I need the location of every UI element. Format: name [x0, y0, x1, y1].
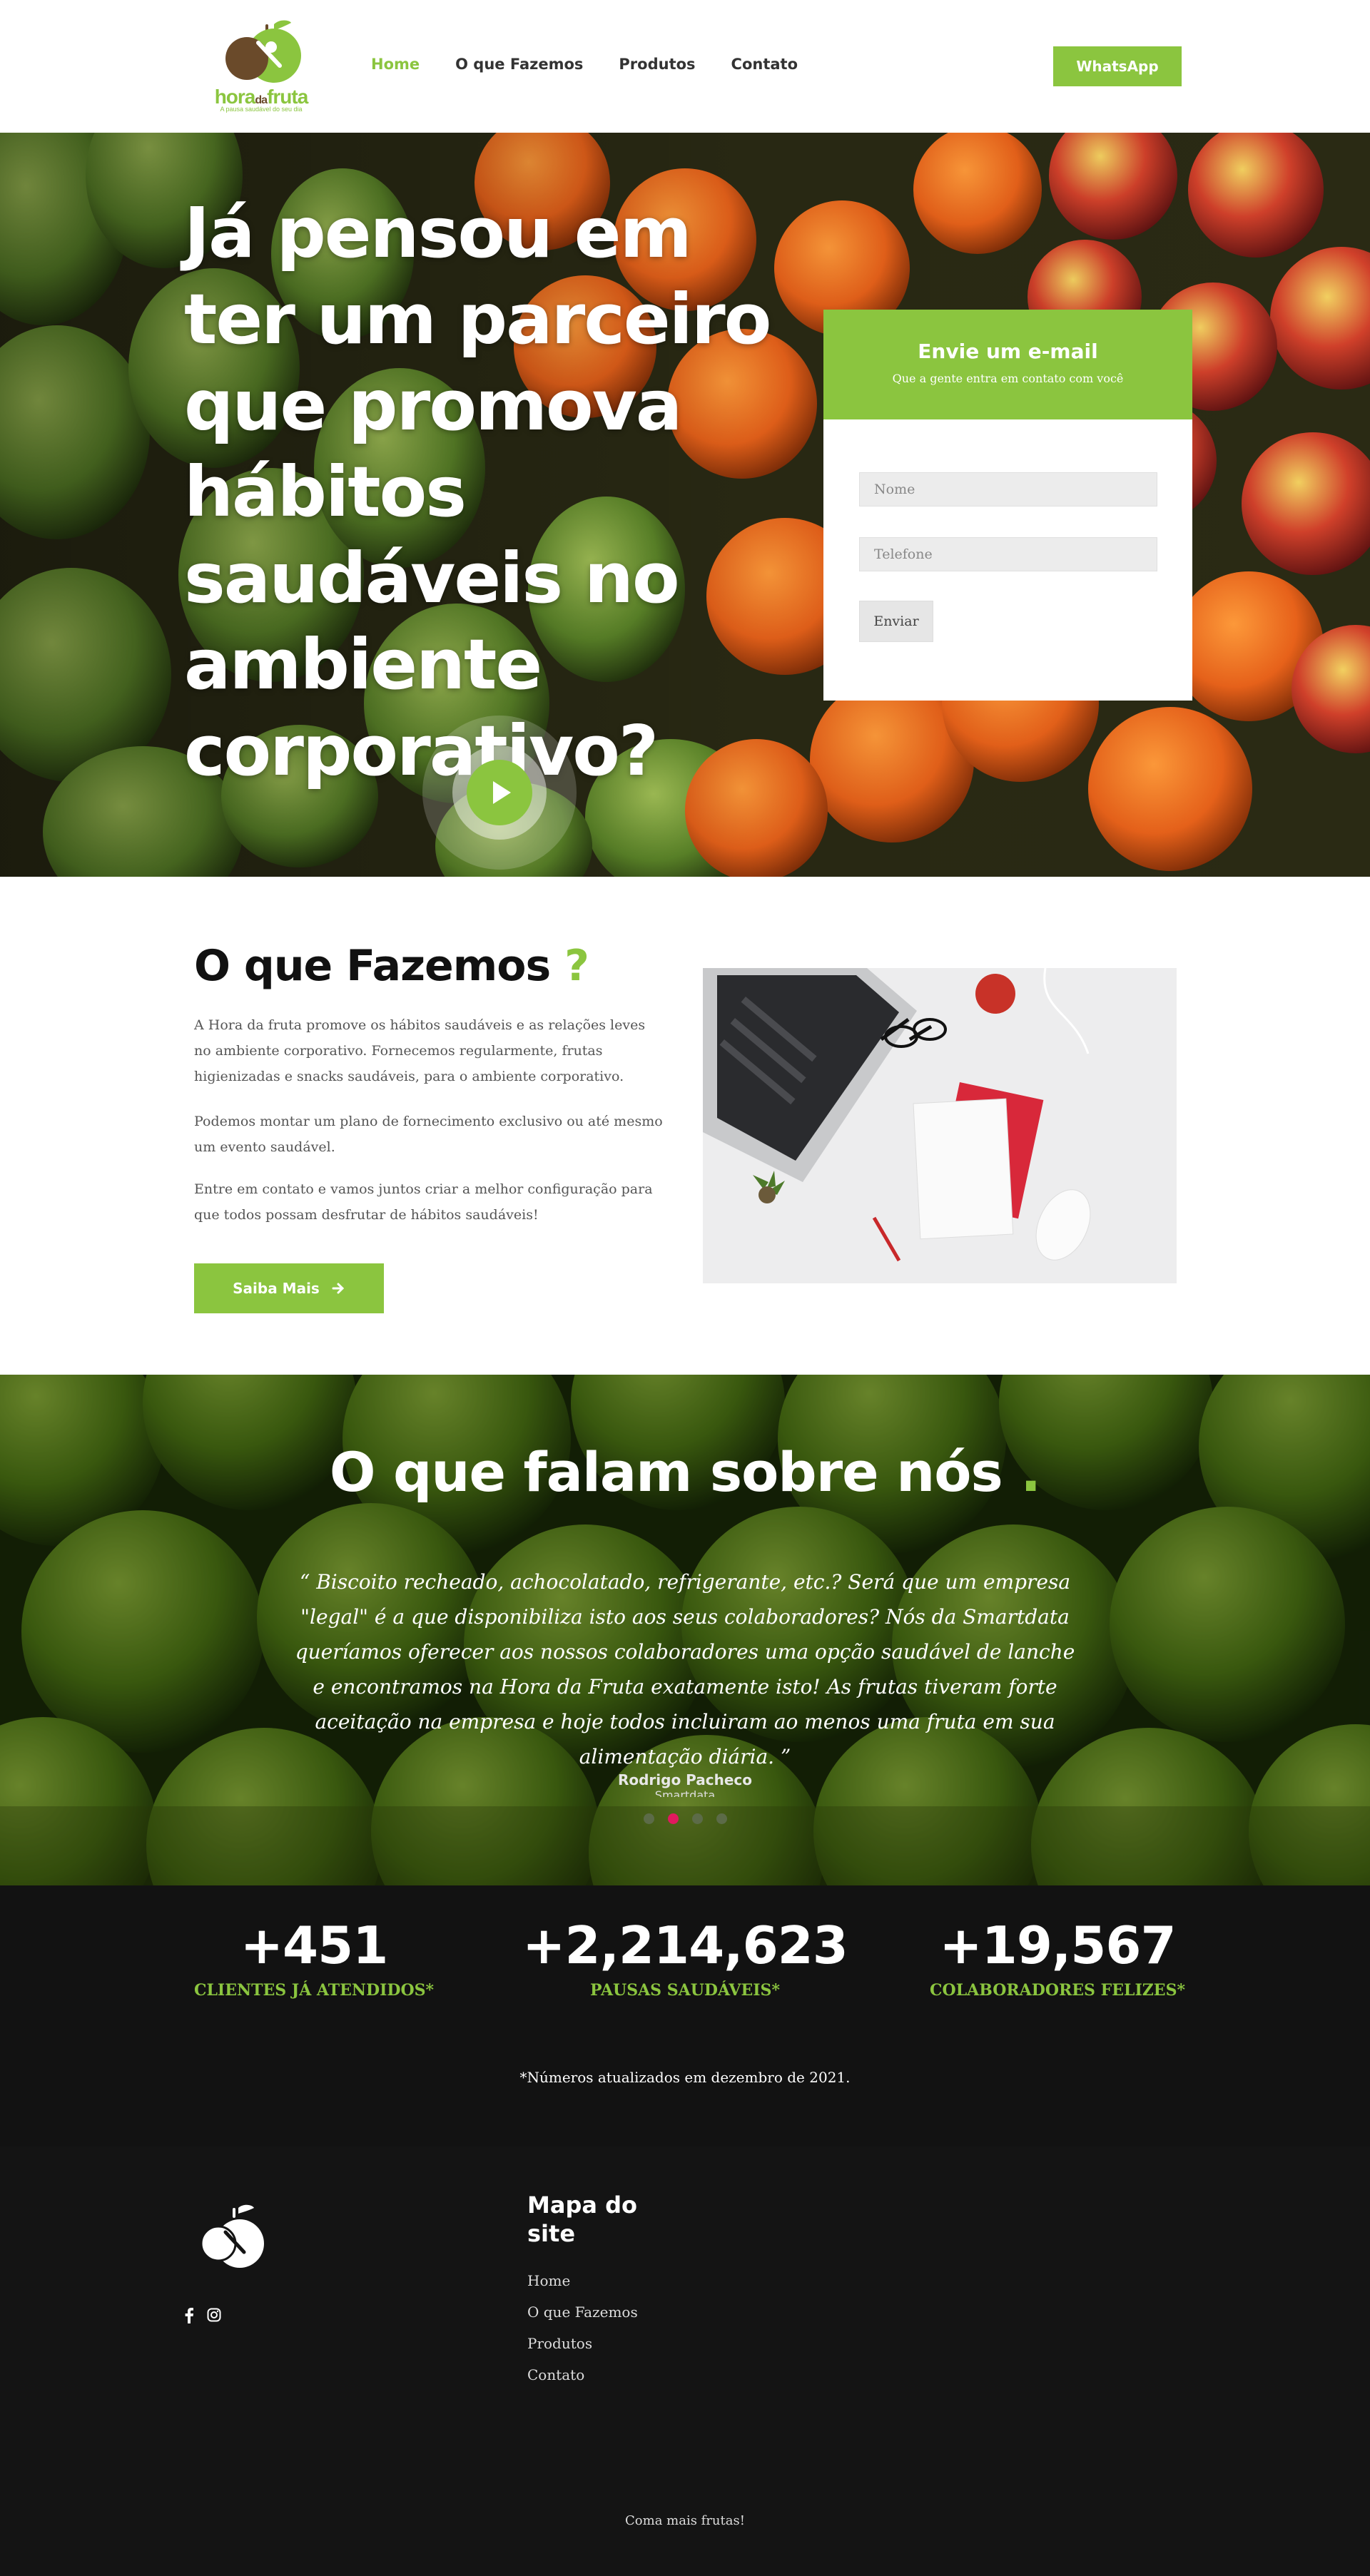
- what-we-do-paragraph: A Hora da fruta promove os hábitos saudá…: [194, 1017, 646, 1084]
- sitemap-link-contato[interactable]: Contato: [527, 2366, 638, 2398]
- testimonial-role: Smartdata: [654, 1788, 716, 1797]
- learn-more-button[interactable]: Saiba Mais: [194, 1263, 384, 1313]
- email-form-card: Envie um e-mail Que a gente entra em con…: [823, 310, 1192, 701]
- learn-more-label: Saiba Mais: [233, 1280, 320, 1297]
- whatsapp-button[interactable]: WhatsApp: [1053, 46, 1182, 86]
- site-header: horadafruta A pausa saudável do seu dia …: [0, 0, 1370, 133]
- phone-input[interactable]: [859, 537, 1157, 571]
- email-form-title: Envie um e-mail: [918, 340, 1098, 363]
- stats-section: +451 CLIENTES JÁ ATENDIDOS* +2,214,623 P…: [0, 1885, 1370, 2147]
- what-we-do-section: O que Fazemos ? A Hora da fruta promove …: [0, 877, 1370, 1375]
- name-input[interactable]: [859, 472, 1157, 506]
- what-we-do-paragraph: Entre em contato e vamos juntos criar a …: [194, 1181, 653, 1223]
- stat-label: CLIENTES JÁ ATENDIDOS*: [193, 1981, 435, 2000]
- what-we-do-title: O que Fazemos ?: [194, 941, 589, 991]
- nav-item-produtos[interactable]: Produtos: [619, 56, 695, 73]
- apple-logo-icon: [225, 20, 301, 83]
- stat-number: +451: [240, 1915, 389, 1975]
- email-form-header: Envie um e-mail Que a gente entra em con…: [823, 310, 1192, 419]
- carousel-dots: [0, 1806, 1370, 1885]
- nav-item-home[interactable]: Home: [371, 56, 420, 73]
- desk-photo: [703, 968, 1177, 1283]
- sitemap-title: Mapa do site: [527, 2191, 637, 2247]
- testimonial-quote: “ Biscoito recheado, achocolatado, refri…: [295, 1570, 1075, 1768]
- stat-label: COLABORADORES FELIZES*: [930, 1981, 1185, 2000]
- logo[interactable]: horadafruta A pausa saudável do seu dia: [211, 19, 311, 113]
- arrow-right-icon: [332, 1283, 344, 1294]
- logo-tagline: A pausa saudável do seu dia: [220, 106, 303, 113]
- nav-item-contato[interactable]: Contato: [731, 56, 798, 73]
- carousel-dot-active[interactable]: [667, 1813, 679, 1824]
- apple-logo-icon: [200, 2204, 264, 2268]
- hero-title: Já pensou em ter um parceiro que promova…: [184, 193, 771, 791]
- facebook-icon[interactable]: [184, 2308, 194, 2323]
- sitemap-link-home[interactable]: Home: [527, 2272, 638, 2303]
- stat-number: +19,567: [939, 1915, 1176, 1975]
- video-play-button[interactable]: [421, 714, 578, 871]
- instagram-icon[interactable]: [207, 2308, 221, 2322]
- sitemap-link-produtos[interactable]: Produtos: [527, 2335, 638, 2366]
- testimonial-author: Rodrigo Pacheco: [617, 1771, 753, 1788]
- carousel-dot[interactable]: [716, 1813, 727, 1824]
- send-button[interactable]: Enviar: [859, 601, 933, 642]
- sitemap-links: Home O que Fazemos Produtos Contato: [527, 2272, 638, 2398]
- play-icon: [422, 716, 577, 870]
- carousel-dot[interactable]: [643, 1813, 654, 1824]
- email-form-subtitle: Que a gente entra em contato com você: [892, 372, 1124, 385]
- carousel-dot[interactable]: [691, 1813, 703, 1824]
- main-nav: Home O que Fazemos Produtos Contato: [371, 56, 833, 73]
- footer-logo[interactable]: [194, 2204, 268, 2272]
- sitemap-link-o-que-fazemos[interactable]: O que Fazemos: [527, 2303, 638, 2335]
- page: { "brand": { "logo_text_main": "hora", "…: [0, 0, 1370, 2576]
- testimonials-title: O que falam sobre nós .: [329, 1440, 1041, 1504]
- email-form-body: Enviar: [823, 419, 1192, 642]
- stat-employees: +19,567 COLABORADORES FELIZES*: [879, 1915, 1236, 2000]
- stat-clients: +451 CLIENTES JÁ ATENDIDOS*: [136, 1915, 492, 2000]
- laptop-notebook-illustration: [703, 968, 1177, 1283]
- site-footer: Mapa do site Home O que Fazemos Produtos…: [0, 2147, 1370, 2576]
- what-we-do-paragraph: Podemos montar um plano de fornecimento …: [194, 1114, 663, 1155]
- footer-copyright: Coma mais frutas!: [625, 2513, 745, 2528]
- nav-item-o-que-fazemos[interactable]: O que Fazemos: [455, 56, 583, 73]
- stat-number: +2,214,623: [522, 1915, 848, 1975]
- stat-breaks: +2,214,623 PAUSAS SAUDÁVEIS*: [507, 1915, 863, 2000]
- stats-note: *Números atualizados em dezembro de 2021…: [519, 2069, 851, 2086]
- hero-section: Já pensou em ter um parceiro que promova…: [0, 133, 1370, 877]
- testimonials-section: O que falam sobre nós . “ Biscoito reche…: [0, 1375, 1370, 1885]
- stat-label: PAUSAS SAUDÁVEIS*: [590, 1981, 780, 2000]
- social-links: [184, 2308, 221, 2323]
